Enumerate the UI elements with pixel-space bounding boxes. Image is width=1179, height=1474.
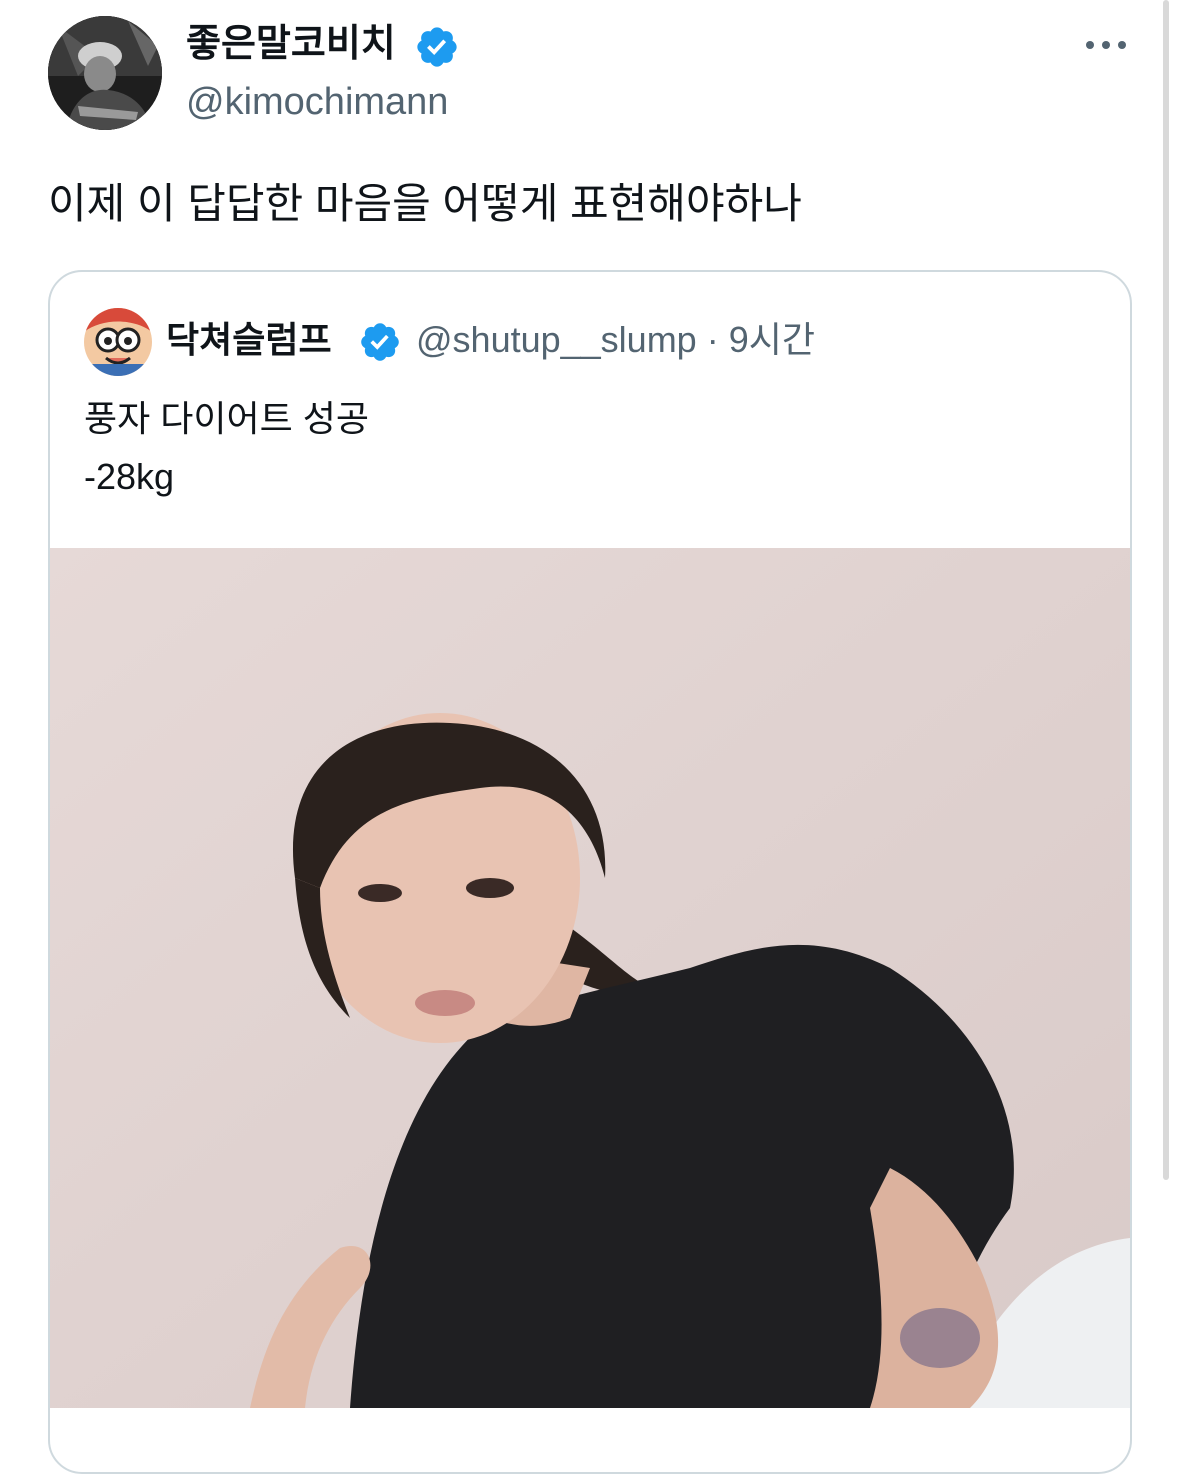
author-display-name[interactable]: 좋은말코비치 (186, 18, 396, 70)
quoted-tweet-text: 풍자 다이어트 성공 -28kg (84, 390, 369, 506)
quoted-text-line: 풍자 다이어트 성공 (84, 398, 369, 439)
verified-badge-icon (417, 27, 457, 67)
quoted-author-handle: @shutup__slump (416, 319, 697, 360)
tweet-text: 이제 이 답답한 마음을 어떻게 표현해야하나 (48, 180, 802, 227)
quoted-author-display-name: 닥쳐슬럼프 (166, 319, 332, 360)
author-avatar-photo (48, 16, 162, 130)
quoted-tweet-time: 9시간 (728, 319, 816, 360)
meta-separator: · (706, 319, 719, 360)
quoted-author-avatar (84, 308, 152, 376)
quoted-tweet-card[interactable]: 닥쳐슬럼프 @shutup__slump · 9시간 풍자 다이어트 성공 -2… (48, 270, 1132, 1474)
quoted-text-line: -28kg (84, 456, 175, 497)
quoted-avatar-cartoon (84, 308, 152, 376)
author-handle[interactable]: @kimochimann (186, 78, 448, 126)
author-avatar[interactable] (48, 16, 162, 130)
scrollbar[interactable] (1163, 0, 1169, 1180)
more-horizontal-icon[interactable] (1084, 26, 1128, 62)
quoted-tweet-photo[interactable] (50, 548, 1130, 1408)
quoted-tweet-meta: @shutup__slump · 9시간 (416, 316, 815, 364)
verified-badge-icon (361, 323, 399, 361)
